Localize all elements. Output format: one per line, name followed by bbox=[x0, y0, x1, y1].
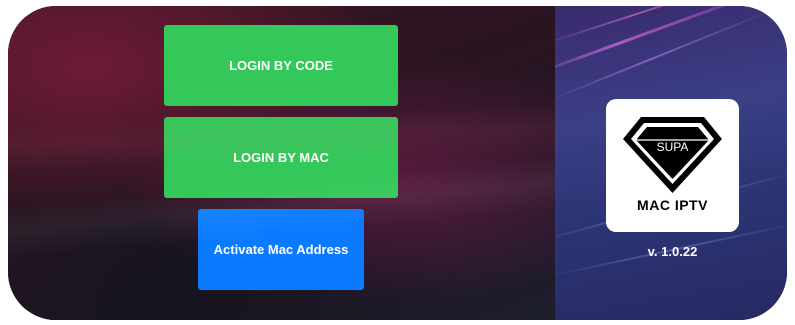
activate-mac-address-button[interactable]: Activate Mac Address bbox=[198, 209, 364, 290]
diamond-logo-icon: SUPA bbox=[623, 117, 722, 193]
app-logo-card: SUPA MAC IPTV bbox=[606, 99, 739, 232]
left-panel: LOGIN BY CODE LOGIN BY MAC Activate Mac … bbox=[8, 6, 555, 320]
app-window: LOGIN BY CODE LOGIN BY MAC Activate Mac … bbox=[8, 6, 787, 320]
right-panel: SUPA MAC IPTV v. 1.0.22 bbox=[555, 6, 787, 320]
background-streak bbox=[555, 6, 783, 48]
logo-gem-label: SUPA bbox=[657, 140, 689, 154]
login-by-code-button[interactable]: LOGIN BY CODE bbox=[164, 25, 398, 106]
version-label: v. 1.0.22 bbox=[647, 244, 698, 259]
app-name: MAC IPTV bbox=[637, 197, 708, 213]
login-by-mac-button[interactable]: LOGIN BY MAC bbox=[164, 117, 398, 198]
